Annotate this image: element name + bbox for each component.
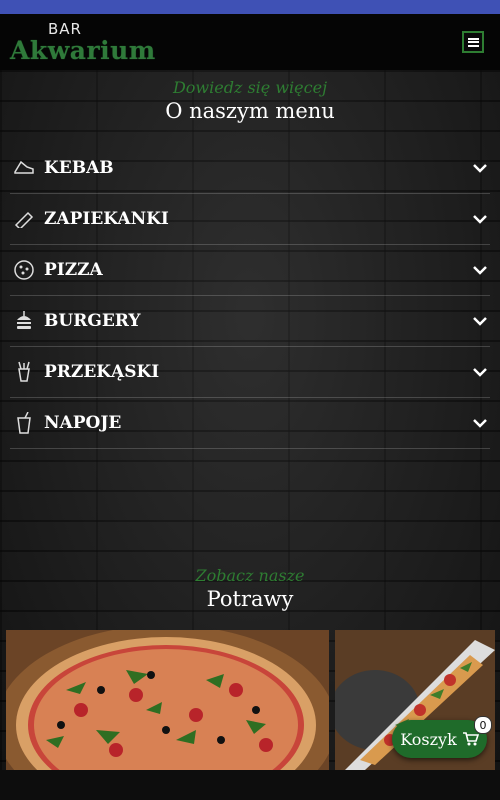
cart-count-badge: 0 — [474, 716, 492, 734]
pizza-icon — [12, 258, 36, 282]
top-color-strip — [0, 0, 500, 14]
bottom-bar — [0, 770, 500, 800]
menu-item-pizza[interactable]: PIZZA — [10, 245, 490, 296]
menu-item-label: KEBAB — [44, 158, 114, 178]
cart-label: Koszyk — [400, 729, 457, 749]
menu-item-zapiekanki[interactable]: ZAPIEKANKI — [10, 194, 490, 245]
logo-name: Akwarium — [10, 36, 156, 65]
menu-item-label: NAPOJE — [44, 413, 122, 433]
chevron-down-icon[interactable] — [472, 415, 488, 431]
zapiekanka-icon — [12, 207, 36, 231]
menu-category-list: KEBAB ZAPIEKANKI PIZZA BURGERY PRZEKĄSKI — [10, 143, 490, 449]
kebab-icon — [12, 156, 36, 180]
chevron-down-icon[interactable] — [472, 160, 488, 176]
menu-kicker: Dowiedz się więcej — [172, 78, 328, 97]
menu-item-napoje[interactable]: NAPOJE — [10, 398, 490, 449]
shopping-cart-icon — [462, 732, 479, 746]
dish-image-pizza[interactable] — [6, 630, 329, 770]
menu-item-przekaski[interactable]: PRZEKĄSKI — [10, 347, 490, 398]
burger-icon — [12, 309, 36, 333]
cart-button[interactable]: Koszyk 0 — [392, 716, 492, 758]
drink-icon — [12, 411, 36, 435]
chevron-down-icon[interactable] — [472, 313, 488, 329]
menu-section-title: O naszym menu — [165, 99, 335, 123]
menu-item-burgery[interactable]: BURGERY — [10, 296, 490, 347]
menu-item-label: PRZEKĄSKI — [44, 362, 160, 382]
menu-item-kebab[interactable]: KEBAB — [10, 143, 490, 194]
dishes-kicker: Zobacz nasze — [195, 566, 305, 585]
dishes-section-title: Potrawy — [206, 587, 294, 611]
menu-item-label: PIZZA — [44, 260, 103, 280]
hamburger-icon — [467, 37, 479, 47]
site-header: BAR Akwarium — [0, 14, 500, 70]
logo[interactable]: BAR Akwarium — [10, 20, 155, 66]
chevron-down-icon[interactable] — [472, 262, 488, 278]
menu-item-label: ZAPIEKANKI — [44, 209, 169, 229]
snack-icon — [12, 360, 36, 384]
chevron-down-icon[interactable] — [472, 211, 488, 227]
menu-item-label: BURGERY — [44, 311, 141, 331]
menu-toggle-button[interactable] — [462, 31, 484, 53]
chevron-down-icon[interactable] — [472, 364, 488, 380]
